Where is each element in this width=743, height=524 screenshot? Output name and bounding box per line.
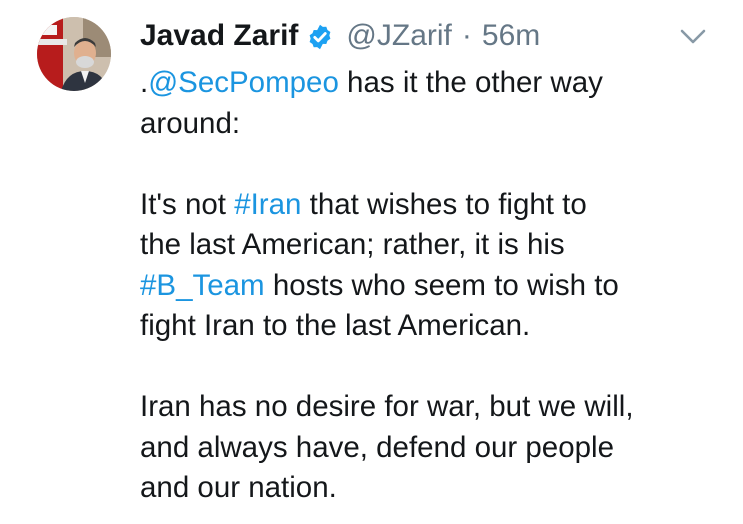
- tweet-text: .@SecPompeo has it the other way around: I…: [140, 63, 730, 509]
- tweet-line: Iran has no desire for war, but we will,: [140, 390, 634, 423]
- tweet-paragraph: Iran has no desire for war, but we will,…: [140, 387, 730, 509]
- tweet-line: the last American; rather, it is his: [140, 228, 565, 261]
- tweet-line: around:: [140, 107, 240, 140]
- tweet-line: and always have, defend our people: [140, 431, 614, 464]
- tweet-line: #B_Team hosts who seem to wish to: [140, 269, 619, 302]
- chevron-down-icon[interactable]: [680, 28, 706, 46]
- tweet-text-segment: around:: [140, 106, 241, 140]
- tweet-line: .@SecPompeo has it the other way: [140, 66, 603, 99]
- tweet-text-segment: the last American; rather, it is his: [140, 228, 565, 261]
- tweet-line: fight Iran to the last American.: [140, 309, 530, 342]
- author-handle[interactable]: @JZarif: [346, 16, 451, 56]
- tweet-line: and our nation.: [140, 471, 337, 504]
- tweet-text-segment: Iran has no desire for war, but we will,: [140, 390, 634, 423]
- tweet-line: It's not #Iran that wishes to fight to: [140, 188, 587, 221]
- tweet-header: Javad Zarif @JZarif · 56m: [140, 16, 540, 56]
- hashtag-link[interactable]: #Iran: [234, 188, 301, 221]
- tweet-text-segment: that wishes to fight to: [301, 187, 587, 221]
- tweet-text-segment: and our nation.: [140, 471, 337, 504]
- tweet-text-segment: .: [140, 66, 149, 99]
- avatar[interactable]: [37, 17, 111, 91]
- tweet-text-segment: has it the other way: [338, 66, 603, 99]
- tweet-text-segment: hosts who seem to wish to: [264, 268, 619, 302]
- tweet-paragraph: .@SecPompeo has it the other way around:: [140, 63, 730, 144]
- tweet[interactable]: Javad Zarif @JZarif · 56m .@SecPompeo ha…: [0, 0, 743, 524]
- tweet-text-segment: and always have, defend our people: [140, 430, 614, 464]
- hashtag-link[interactable]: #B_Team: [140, 269, 265, 302]
- header-separator: ·: [461, 19, 472, 52]
- display-name[interactable]: Javad Zarif: [140, 16, 298, 56]
- timestamp[interactable]: 56m: [482, 16, 540, 56]
- mention-link[interactable]: @SecPompeo: [148, 66, 339, 99]
- tweet-text-segment: fight Iran to the last American.: [140, 309, 531, 342]
- tweet-paragraph: It's not #Iran that wishes to fight to th…: [140, 185, 730, 347]
- verified-badge-icon: [306, 22, 334, 50]
- tweet-text-segment: It's not: [140, 187, 235, 221]
- avatar-photo-icon: [37, 17, 111, 91]
